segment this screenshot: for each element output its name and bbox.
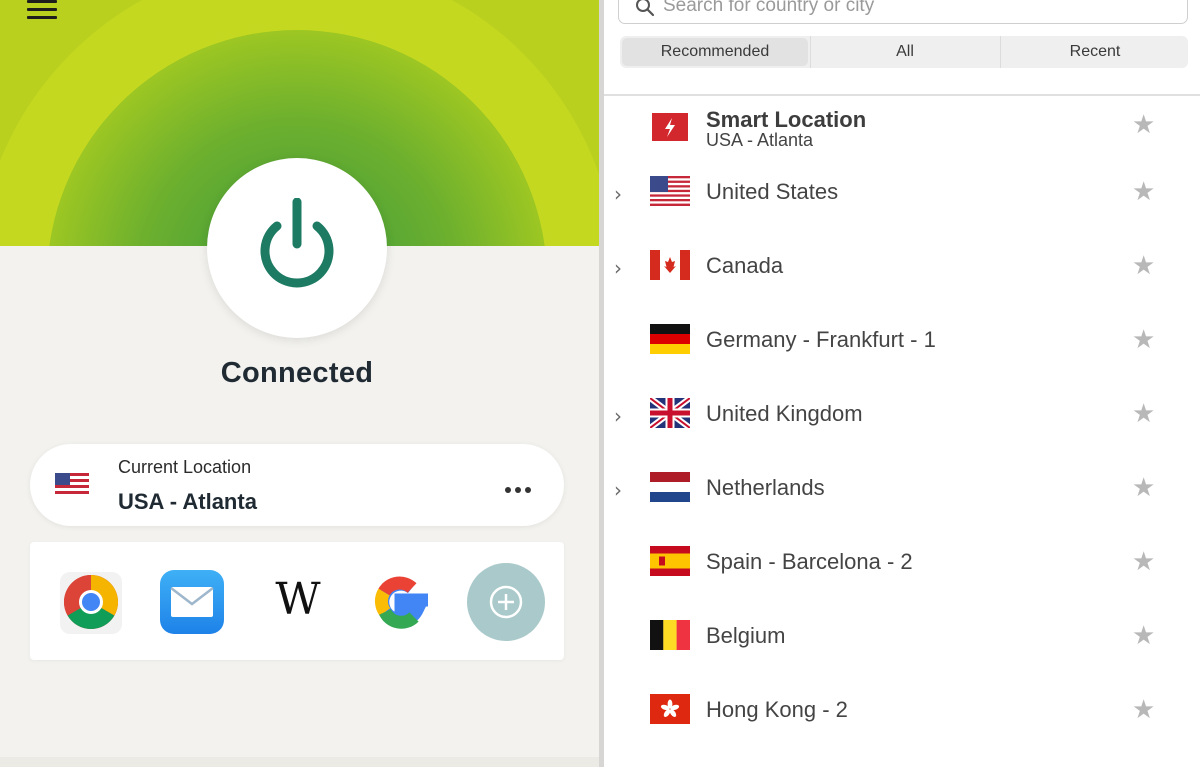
mail-shortcut[interactable] [158,562,238,642]
location-row-united-kingdom[interactable]: › United Kingdom ★ [604,378,1200,452]
location-name: Netherlands [706,475,825,500]
location-row-netherlands[interactable]: › Netherlands ★ [604,452,1200,526]
google-shortcut[interactable] [360,562,440,642]
location-name: Spain - Barcelona - 2 [706,549,913,574]
hong-kong-flag-icon [650,694,690,724]
uk-flag-icon [650,398,690,428]
current-location-card[interactable]: Current Location USA - Atlanta [30,444,564,526]
star-icon[interactable]: ★ [1132,621,1155,651]
germany-flag-icon [650,324,690,354]
belgium-flag-icon [650,620,690,650]
star-icon[interactable]: ★ [1132,251,1155,281]
location-name: Hong Kong - 2 [706,697,848,722]
wikipedia-shortcut[interactable]: W [258,562,338,642]
current-location-value: USA - Atlanta [118,489,257,514]
smart-location-row[interactable] [604,88,1200,162]
mail-icon [160,570,224,634]
location-tabs: Recommended All Recent [620,36,1188,68]
connection-panel: Connected Current Location USA - Atlanta [0,0,600,767]
add-icon [467,563,545,641]
search-input[interactable] [663,0,1163,19]
star-icon[interactable]: ★ [1132,473,1155,503]
hamburger-menu-icon[interactable] [27,0,57,22]
us-flag-icon [55,473,89,495]
location-name: United Kingdom [706,401,863,426]
location-name: Germany - Frankfurt - 1 [706,327,936,352]
chevron-right-icon[interactable]: › [614,256,622,280]
connection-status: Connected [220,357,374,389]
wikipedia-icon: W [275,574,321,625]
location-row-hong-kong[interactable]: Hong Kong - 2 ★ [604,674,1200,748]
power-button[interactable] [207,158,387,338]
tab-all[interactable]: All [810,36,999,68]
location-row-spain[interactable]: Spain - Barcelona - 2 ★ [604,526,1200,600]
us-flag-icon [650,176,690,206]
search-box[interactable] [618,0,1188,24]
location-row-canada[interactable]: › Canada ★ [604,230,1200,304]
chrome-shortcut[interactable] [54,562,134,642]
star-icon[interactable]: ★ [1132,177,1155,207]
search-icon [636,0,655,17]
location-picker: Recommended All Recent Smart Location US… [604,0,1200,767]
netherlands-flag-icon [650,472,690,502]
star-icon[interactable]: ★ [1132,325,1155,355]
chevron-right-icon[interactable]: › [614,182,622,206]
app-shortcuts-bar: W [30,542,564,660]
location-name: Belgium [706,623,786,648]
canada-flag-icon [650,250,690,280]
chevron-right-icon[interactable]: › [614,404,622,428]
location-row-united-states[interactable]: › United States ★ [604,156,1200,230]
location-name: United States [706,179,839,204]
tab-recent[interactable]: Recent [1000,36,1189,68]
power-icon [260,198,334,288]
spain-flag-icon [650,546,690,576]
chevron-right-icon[interactable]: › [614,478,622,502]
star-icon[interactable]: ★ [1132,695,1155,725]
smart-location-subtitle: USA - Atlanta [706,130,814,150]
current-location-caption: Current Location [118,457,252,477]
star-icon[interactable]: ★ [1132,399,1155,429]
left-footer [0,757,600,767]
tab-recommended[interactable]: Recommended [622,38,808,66]
smart-location-icon [652,113,688,141]
location-row-belgium[interactable]: Belgium ★ [604,600,1200,674]
location-row-germany[interactable]: Germany - Frankfurt - 1 ★ [604,304,1200,378]
star-icon[interactable]: ★ [1132,110,1155,140]
location-name: Canada [706,253,784,278]
add-shortcut[interactable] [466,562,546,642]
google-icon [374,576,428,629]
chrome-icon [60,572,122,634]
star-icon[interactable]: ★ [1132,547,1155,577]
more-options-icon[interactable] [505,480,537,493]
